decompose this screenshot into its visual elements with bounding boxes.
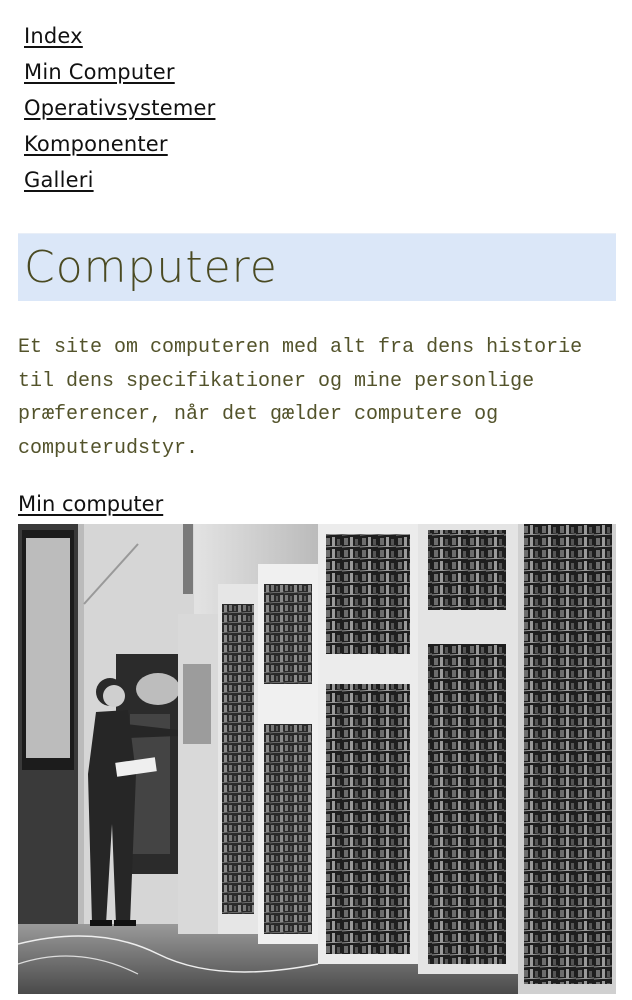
nav-link-operativsystemer[interactable]: Operativsystemer bbox=[24, 90, 215, 126]
page-header-banner: Computere bbox=[18, 233, 616, 301]
nav-link-min-computer[interactable]: Min Computer bbox=[24, 54, 215, 90]
nav-link-index[interactable]: Index bbox=[24, 18, 215, 54]
mainframe-photo bbox=[18, 524, 616, 994]
page: Index Min Computer Operativsystemer Komp… bbox=[0, 0, 632, 1000]
page-title: Computere bbox=[24, 242, 278, 293]
intro-paragraph: Et site om computeren med alt fra dens h… bbox=[18, 336, 583, 460]
min-computer-link[interactable]: Min computer bbox=[18, 488, 163, 520]
main-navigation: Index Min Computer Operativsystemer Komp… bbox=[24, 18, 215, 198]
nav-link-komponenter[interactable]: Komponenter bbox=[24, 126, 215, 162]
nav-link-galleri[interactable]: Galleri bbox=[24, 162, 215, 198]
